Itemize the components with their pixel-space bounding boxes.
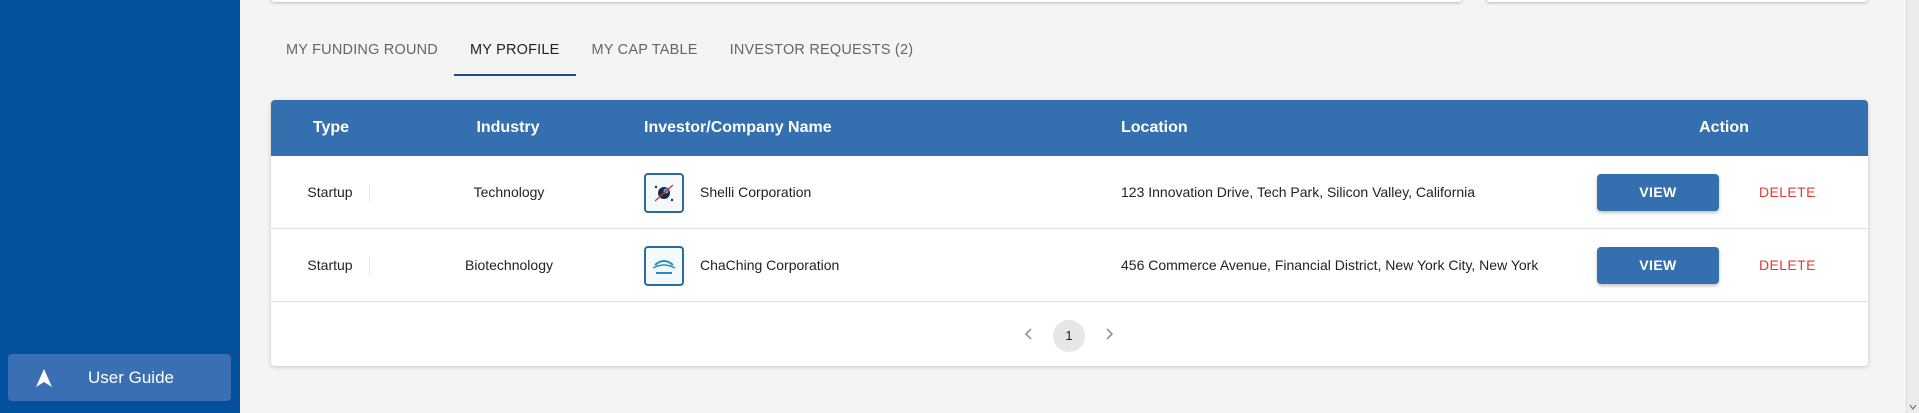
header-type: Type <box>312 119 350 136</box>
column-divider <box>369 257 370 275</box>
navigation-arrow-icon <box>30 368 58 388</box>
shelli-logo-icon <box>644 173 684 213</box>
tab-investor-requests[interactable]: INVESTOR REQUESTS (2) <box>714 36 930 76</box>
tab-my-cap-table[interactable]: MY CAP TABLE <box>576 36 714 76</box>
table-row: Startup Technology Shelli Corporation 12… <box>271 156 1868 229</box>
table-header: Type Industry Investor/Company Name Loca… <box>271 100 1868 156</box>
scroll-down-icon[interactable] <box>1906 400 1919 413</box>
sidebar: User Guide <box>0 0 240 413</box>
cell-type: Startup <box>307 184 353 200</box>
profile-tabs: MY FUNDING ROUND MY PROFILE MY CAP TABLE… <box>270 36 929 76</box>
header-location: Location <box>1121 119 1188 136</box>
page-number[interactable]: 1 <box>1053 320 1085 352</box>
pagination: 1 <box>271 302 1868 366</box>
delete-button[interactable]: DELETE <box>1759 229 1816 302</box>
header-industry: Industry <box>476 119 540 136</box>
cell-company-name: Shelli Corporation <box>700 184 812 200</box>
delete-button[interactable]: DELETE <box>1759 156 1816 229</box>
user-guide-button[interactable]: User Guide <box>8 354 231 401</box>
scrollbar[interactable] <box>1906 0 1919 413</box>
cell-location: 123 Innovation Drive, Tech Park, Silicon… <box>1121 184 1476 200</box>
tab-my-funding-round[interactable]: MY FUNDING ROUND <box>270 36 454 76</box>
view-button[interactable]: VIEW <box>1597 174 1719 211</box>
chaching-logo-icon <box>644 246 684 286</box>
companies-table: Type Industry Investor/Company Name Loca… <box>271 100 1868 366</box>
cell-company-name: ChaChing Corporation <box>700 257 840 273</box>
chevron-right-icon[interactable] <box>1097 322 1121 346</box>
view-button[interactable]: VIEW <box>1597 247 1719 284</box>
cell-location: 456 Commerce Avenue, Financial District,… <box>1121 257 1539 273</box>
chevron-left-icon[interactable] <box>1017 322 1041 346</box>
cell-type: Startup <box>307 257 353 273</box>
cell-industry: Technology <box>473 184 545 200</box>
user-guide-label: User Guide <box>88 367 174 387</box>
column-divider <box>369 184 370 202</box>
tab-my-profile[interactable]: MY PROFILE <box>453 36 576 76</box>
header-action: Action <box>1699 119 1749 136</box>
top-card-left <box>271 0 1462 2</box>
table-row: Startup Biotechnology ChaChing Corporati… <box>271 229 1868 302</box>
top-card-right <box>1486 0 1868 2</box>
cell-industry: Biotechnology <box>465 257 553 273</box>
header-name: Investor/Company Name <box>644 119 832 136</box>
